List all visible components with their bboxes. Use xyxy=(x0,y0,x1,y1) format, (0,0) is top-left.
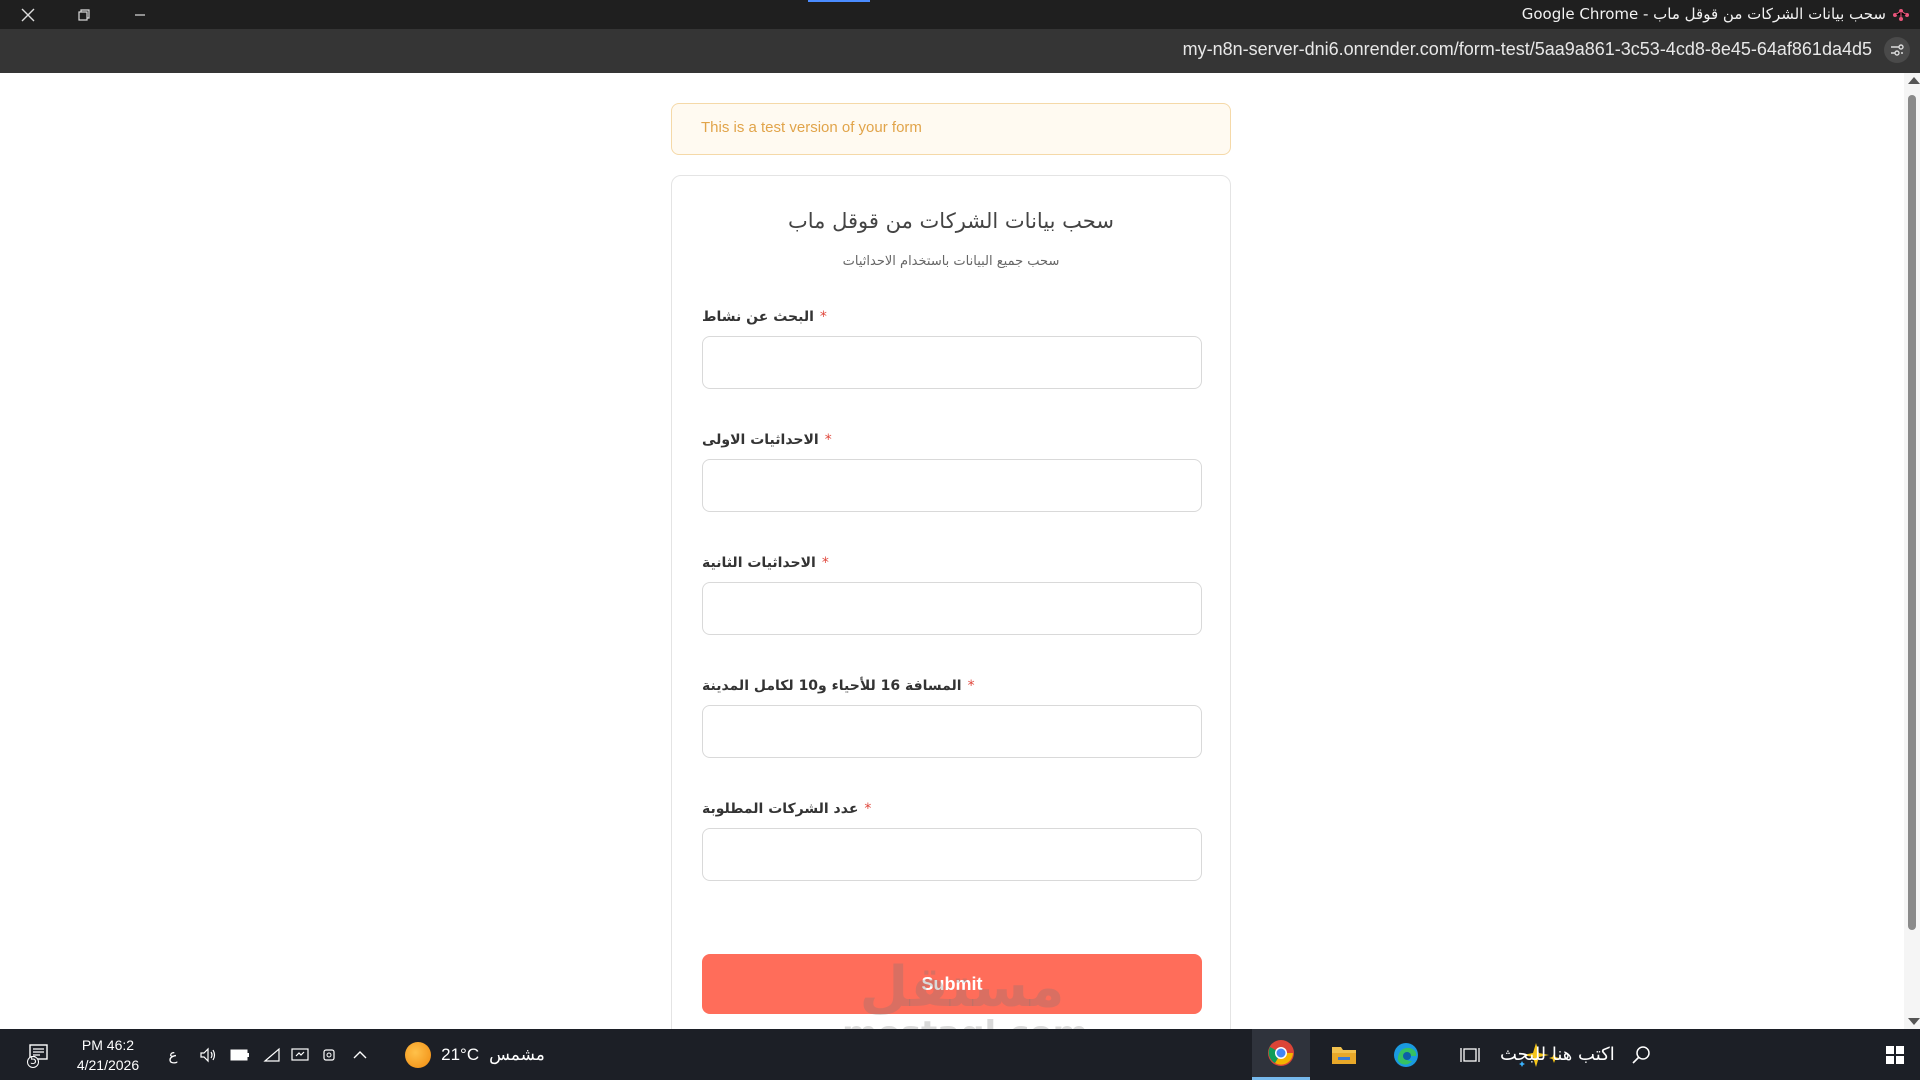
scroll-down-arrow-icon[interactable] xyxy=(1908,1018,1920,1025)
required-marker: * xyxy=(824,432,832,448)
test-version-text: This is a test version of your form xyxy=(701,119,922,136)
url-text[interactable]: my-n8n-server-dni6.onrender.com/form-tes… xyxy=(1183,39,1872,60)
scroll-thumb[interactable] xyxy=(1908,95,1916,930)
screen-capture-icon[interactable] xyxy=(286,1029,314,1080)
scroll-up-arrow-icon[interactable] xyxy=(1908,77,1920,84)
submit-button[interactable]: Submit xyxy=(702,954,1202,1014)
activity-input[interactable] xyxy=(702,336,1202,389)
page-scrollbar[interactable] xyxy=(1904,73,1920,1029)
weather-temp: 21°C xyxy=(441,1044,480,1064)
taskbar-search[interactable]: اكتب هنا للبحث xyxy=(1500,1029,1860,1080)
required-marker: * xyxy=(821,555,829,571)
notifications-icon[interactable]: 5 xyxy=(18,1029,58,1080)
volume-icon[interactable] xyxy=(194,1029,222,1080)
page-content: This is a test version of your form سحب … xyxy=(0,73,1904,1029)
battery-icon[interactable] xyxy=(226,1029,254,1080)
close-icon[interactable] xyxy=(0,0,56,29)
field-label-distance: المسافة 16 للأحياء و10 لكامل المدينة * xyxy=(702,678,975,694)
company-count-input[interactable] xyxy=(702,828,1202,881)
chevron-up-icon[interactable] xyxy=(346,1029,374,1080)
required-marker: * xyxy=(967,678,975,694)
search-placeholder: اكتب هنا للبحث xyxy=(1500,1044,1615,1065)
field-label-first-coordinates: الاحداثيات الاولى * xyxy=(702,432,832,448)
window-title: سحب بيانات الشركات من قوقل ماب - Google … xyxy=(1521,5,1886,23)
field-label-activity: البحث عن نشاط * xyxy=(702,309,827,325)
task-view-icon[interactable] xyxy=(1442,1029,1498,1080)
edge-icon[interactable] xyxy=(1378,1029,1434,1080)
required-marker: * xyxy=(864,801,872,817)
address-bar[interactable]: my-n8n-server-dni6.onrender.com/form-tes… xyxy=(0,29,1920,73)
windows-logo-icon xyxy=(1886,1045,1904,1064)
notification-count: 5 xyxy=(30,1054,37,1067)
form-card: سحب بيانات الشركات من قوقل ماب سحب جميع … xyxy=(671,175,1231,1029)
second-coordinates-input[interactable] xyxy=(702,582,1202,635)
weather-text: مشمس xyxy=(489,1044,545,1064)
weather-widget[interactable]: 21°C مشمس xyxy=(395,1029,555,1080)
sunny-icon xyxy=(405,1041,432,1068)
chrome-taskbar-icon[interactable] xyxy=(1252,1029,1310,1080)
window-title-bar: سحب بيانات الشركات من قوقل ماب - Google … xyxy=(0,0,1920,29)
minimize-icon[interactable] xyxy=(112,0,168,29)
n8n-app-icon xyxy=(1892,7,1910,21)
restore-icon[interactable] xyxy=(56,0,112,29)
form-subtitle: سحب جميع البيانات باستخدام الاحداثيات xyxy=(842,254,1060,269)
input-language[interactable]: ع xyxy=(160,1029,186,1080)
taskbar-clock[interactable]: PM 46:2 4/21/2026 xyxy=(64,1029,152,1080)
required-marker: * xyxy=(819,309,827,325)
tab-indicator xyxy=(808,0,870,2)
file-explorer-icon[interactable] xyxy=(1316,1029,1372,1080)
distance-input[interactable] xyxy=(702,705,1202,758)
clock-time: PM 46:2 xyxy=(81,1036,135,1053)
site-settings-icon[interactable] xyxy=(1884,37,1910,63)
test-version-banner: This is a test version of your form xyxy=(671,103,1231,155)
form-title: سحب بيانات الشركات من قوقل ماب xyxy=(788,209,1114,233)
start-button[interactable] xyxy=(1870,1029,1920,1080)
wifi-icon[interactable] xyxy=(258,1029,286,1080)
field-label-second-coordinates: الاحداثيات الثانية * xyxy=(702,555,829,571)
camera-icon[interactable] xyxy=(316,1029,344,1080)
first-coordinates-input[interactable] xyxy=(702,459,1202,512)
windows-taskbar: 5 PM 46:2 4/21/2026 ع 21°C مشمس اكتب هنا… xyxy=(0,1029,1920,1080)
search-icon xyxy=(1632,1045,1650,1064)
clock-date: 4/21/2026 xyxy=(76,1056,140,1073)
field-label-company-count: عدد الشركات المطلوبة * xyxy=(702,801,872,817)
